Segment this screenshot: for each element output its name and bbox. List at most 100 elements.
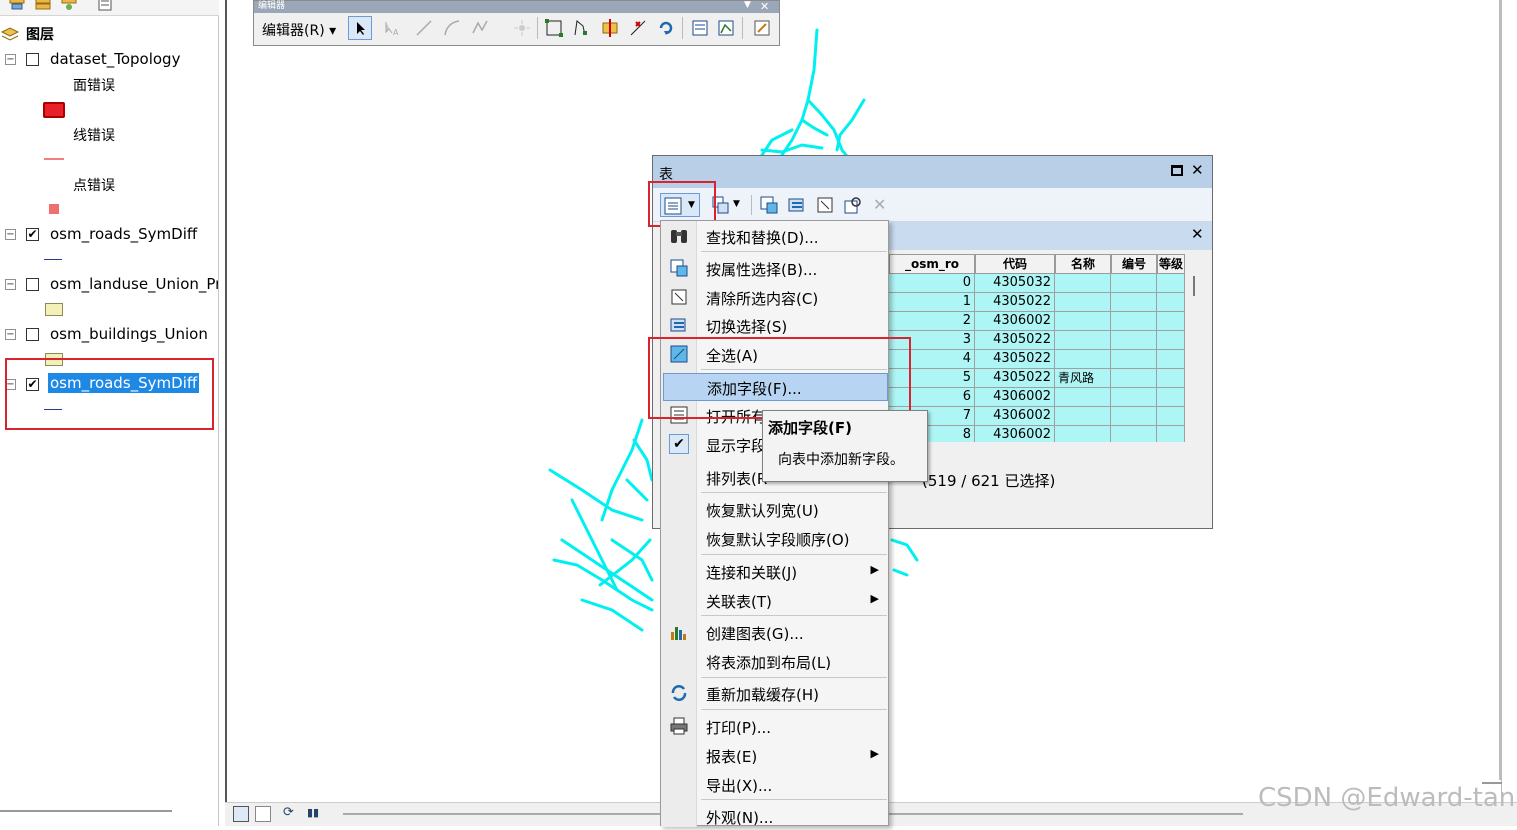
layer-visibility-checkbox[interactable]: ✔ [26,228,39,241]
table-cell[interactable] [1157,407,1185,426]
table-cell[interactable] [1055,312,1111,331]
attribute-table-grid[interactable]: _osm_ro 代码 名称 编号 等级 0 4305032 1 4305022 2 430… [889,254,1185,442]
menu-item-reload-cache[interactable]: 重新加载缓存(H) [663,679,887,707]
attributes-icon[interactable] [690,18,710,38]
table-cell[interactable] [1111,293,1157,312]
column-header[interactable]: 代码 [975,254,1055,274]
arc-segment-icon[interactable] [442,18,462,38]
table-cell[interactable]: 0 [889,274,975,293]
table-cell[interactable] [1111,350,1157,369]
menu-item-restore-field-order[interactable]: 恢复默认字段顺序(O) [663,524,887,552]
table-cell[interactable] [1111,388,1157,407]
table-cell[interactable] [1157,388,1185,407]
column-header[interactable]: 名称 [1055,254,1111,274]
table-cell[interactable] [1111,426,1157,442]
table-cell[interactable]: 青风路 [1055,369,1111,388]
maximize-icon[interactable] [1171,165,1183,176]
column-header[interactable]: 等级 [1157,254,1185,274]
table-cell[interactable] [1111,407,1157,426]
edit-vertices-icon[interactable] [544,18,564,38]
table-cell[interactable]: 4306002 [975,312,1055,331]
reshape-feature-icon[interactable] [572,18,592,38]
table-cell[interactable] [1111,369,1157,388]
table-cell[interactable]: 4306002 [975,388,1055,407]
toc-scrollbar[interactable] [0,810,172,812]
grid-vertical-scrollbar[interactable] [1193,276,1195,296]
pause-drawing-icon[interactable]: ▮▮ [307,806,319,819]
menu-item-export[interactable]: 导出(X)... [663,770,887,798]
table-cell[interactable] [1157,350,1185,369]
straight-segment-icon[interactable] [414,18,434,38]
map-vertical-scrollbar[interactable] [1499,0,1502,780]
chevron-down-icon[interactable]: ▼ [744,0,751,10]
table-cell[interactable] [1157,312,1185,331]
menu-item-restore-column-widths[interactable]: 恢复默认列宽(U) [663,495,887,523]
clear-selection-icon[interactable] [815,195,835,215]
layout-view-icon[interactable] [255,806,271,822]
table-cell[interactable] [1055,350,1111,369]
close-icon[interactable]: ✕ [1191,225,1204,243]
menu-item-find-replace[interactable]: 查找和替换(D)... [663,222,887,250]
layer-visibility-checkbox[interactable] [26,53,39,66]
column-header[interactable]: 编号 [1111,254,1157,274]
menu-item-switch-selection[interactable]: 切换选择(S) [663,311,887,339]
create-features-icon[interactable] [752,18,772,38]
layer-expander[interactable]: − [5,229,16,240]
table-cell[interactable] [1111,274,1157,293]
list-by-source-icon[interactable] [34,0,52,12]
table-cell[interactable] [1055,388,1111,407]
menu-item-add-table-to-layout[interactable]: 将表添加到布局(L) [663,647,887,675]
menu-item-print[interactable]: 打印(P)... [663,712,887,740]
zoom-to-selected-icon[interactable] [843,195,863,215]
edit-annotation-icon[interactable]: A [382,18,402,38]
layer-name-dataset-topology[interactable]: dataset_Topology [50,50,180,68]
column-header[interactable]: _osm_ro [889,254,975,274]
table-cell[interactable]: 4305032 [975,274,1055,293]
options-icon[interactable] [96,0,114,12]
layer-name-osm-roads-symdiff[interactable]: osm_roads_SymDiff [50,225,197,243]
table-cell[interactable]: 4305022 [975,293,1055,312]
refresh-icon[interactable]: ⟳ [283,805,294,820]
close-icon[interactable]: ✕ [1191,161,1204,179]
list-by-visibility-icon[interactable] [60,0,78,12]
layer-visibility-checkbox[interactable] [26,328,39,341]
layer-visibility-checkbox[interactable] [26,278,39,291]
layer-name-osm-buildings-union[interactable]: osm_buildings_Union [50,325,208,343]
table-cell[interactable]: 4306002 [975,407,1055,426]
menu-item-reports[interactable]: 报表(E) ▶ [663,741,887,769]
delete-selected-icon[interactable]: ✕ [873,195,886,214]
table-cell[interactable] [1157,274,1185,293]
table-cell[interactable] [1157,369,1185,388]
editor-menu-button[interactable]: 编辑器(R) ▾ [262,20,336,40]
menu-item-create-graph[interactable]: 创建图表(G)... [663,618,887,646]
table-cell[interactable]: 1 [889,293,975,312]
close-icon[interactable]: ✕ [760,0,769,13]
table-cell[interactable] [1157,293,1185,312]
chevron-down-icon[interactable]: ▼ [733,199,740,209]
layer-name-osm-landuse-union[interactable]: osm_landuse_Union_Pr [50,275,218,293]
table-cell[interactable] [1157,426,1185,442]
split-tool-icon[interactable] [628,18,648,38]
table-cell[interactable] [1055,331,1111,350]
table-cell[interactable] [1055,293,1111,312]
sketch-properties-icon[interactable] [716,18,736,38]
point-tool-icon[interactable] [512,18,532,38]
table-cell[interactable] [1111,331,1157,350]
trace-tool-icon[interactable] [470,18,490,38]
menu-item-clear-selection[interactable]: 清除所选内容(C) [663,283,887,311]
select-by-attributes-icon[interactable] [759,195,779,215]
cut-polygons-icon[interactable] [600,18,620,38]
menu-item-joins-relates[interactable]: 连接和关联(J) ▶ [663,557,887,585]
layer-expander[interactable]: − [5,54,16,65]
layer-expander[interactable]: − [5,279,16,290]
rotate-tool-icon[interactable] [656,18,676,38]
table-cell[interactable]: 4306002 [975,426,1055,442]
table-cell[interactable]: 4305022 [975,331,1055,350]
list-by-drawing-order-icon[interactable] [8,0,26,12]
edit-tool-button[interactable] [348,16,372,40]
switch-selection-icon[interactable] [787,195,807,215]
table-cell[interactable]: 2 [889,312,975,331]
layer-expander[interactable]: − [5,329,16,340]
table-cell[interactable] [1055,426,1111,442]
table-cell[interactable]: 4305022 [975,369,1055,388]
